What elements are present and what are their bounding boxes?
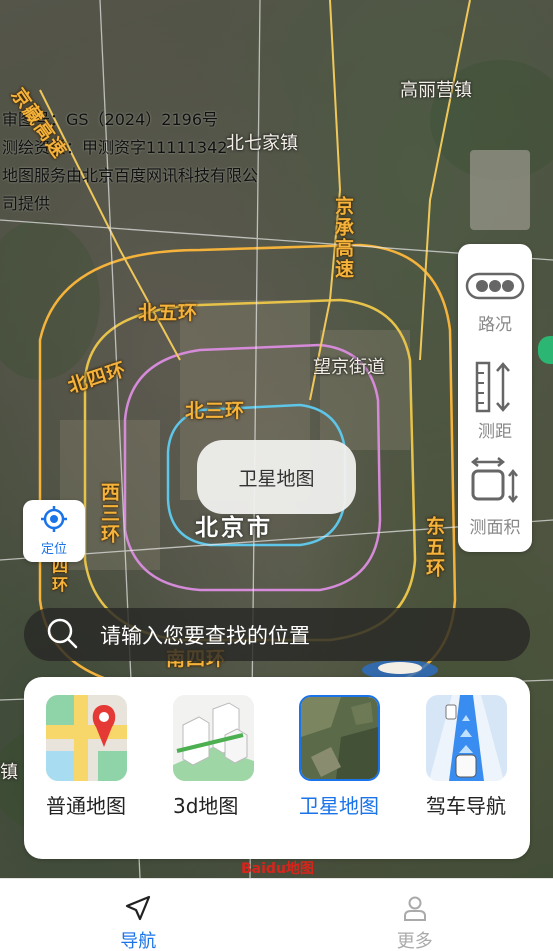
map-type-normal[interactable]: 普通地图: [46, 695, 130, 822]
measure-area-button[interactable]: 测面积: [458, 456, 532, 552]
navigation-arrow-icon: [125, 895, 151, 925]
baidu-logo: Baidu地图: [241, 861, 314, 877]
toast-message: 卫星地图: [197, 440, 356, 514]
attribution-line: 地图服务由北京百度网讯科技有限公: [2, 166, 259, 185]
measure-distance-button[interactable]: 测距: [458, 361, 532, 456]
ruler-icon: [465, 361, 525, 413]
tab-more-label: 更多: [396, 931, 433, 951]
road-label-jingcheng: 京承高速: [332, 196, 354, 280]
locate-label: 定位: [40, 542, 67, 557]
road-label-north5: 北五环: [138, 302, 199, 324]
person-icon: [402, 895, 428, 925]
crosshair-icon: [40, 505, 68, 537]
map-type-3d[interactable]: 3d地图: [173, 695, 257, 822]
map-type-normal-label: 普通地图: [46, 794, 126, 818]
search-icon: [46, 617, 78, 653]
map-type-satellite-label: 卫星地图: [299, 794, 379, 818]
traffic-icon: [465, 266, 525, 306]
place-label-wangjing: 望京街道: [313, 357, 385, 378]
place-label-beiqijia: 北七家镇: [226, 133, 298, 154]
3d-map-thumbnail: [173, 695, 254, 781]
toast-text: 卫星地图: [238, 467, 315, 490]
attribution-line: 司提供: [2, 194, 51, 213]
measure-area-label: 测面积: [469, 517, 521, 538]
map-type-satellite[interactable]: 卫星地图: [299, 695, 383, 822]
map-tools-panel: 路况 测距 测面积: [458, 244, 532, 552]
tab-navigation-label: 导航: [120, 931, 157, 951]
measure-distance-label: 测距: [478, 422, 512, 443]
locate-button[interactable]: 定位: [23, 500, 85, 562]
tab-more[interactable]: 更多: [277, 879, 553, 951]
normal-map-thumbnail: [46, 695, 127, 781]
area-icon: [465, 456, 525, 509]
map-type-card: 普通地图 3d地图 卫星地图 驾车导航: [24, 677, 530, 859]
map-type-driving-label: 驾车导航: [426, 794, 506, 818]
map-type-3d-label: 3d地图: [173, 794, 239, 818]
place-label-edge: 镇: [0, 762, 18, 783]
traffic-button[interactable]: 路况: [458, 266, 532, 361]
driving-nav-thumbnail: [426, 695, 507, 781]
satellite-map-thumbnail: [299, 695, 380, 781]
place-label-gaoliying: 高丽营镇: [400, 80, 472, 101]
traffic-label: 路况: [478, 315, 512, 335]
side-tab-icon[interactable]: [538, 336, 553, 364]
road-label-east5: 东五环: [423, 516, 445, 579]
bottom-nav: 导航 更多: [0, 878, 553, 951]
road-label-north3: 北三环: [185, 400, 246, 422]
search-bar[interactable]: 请输入您要查找的位置: [24, 608, 530, 661]
search-input[interactable]: 请输入您要查找的位置: [100, 620, 310, 650]
tab-navigation[interactable]: 导航: [0, 879, 277, 951]
map-type-driving[interactable]: 驾车导航: [426, 695, 510, 822]
road-label-west3: 西三环: [98, 482, 120, 545]
